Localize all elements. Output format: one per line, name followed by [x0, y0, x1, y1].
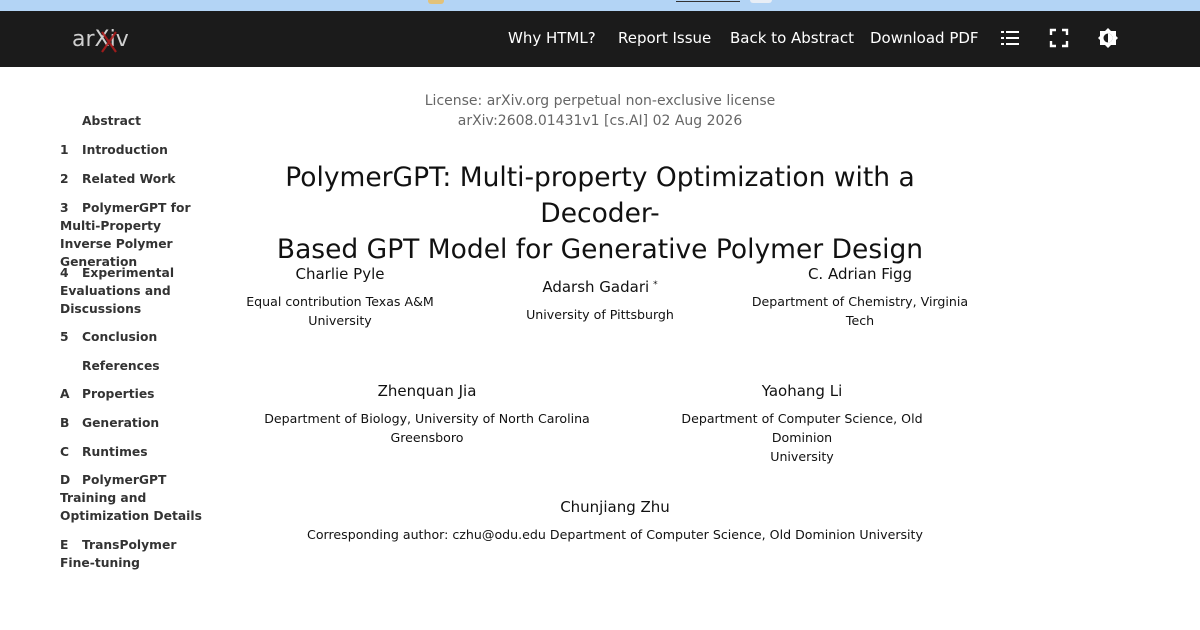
toc-item-properties[interactable]: A Properties — [60, 385, 210, 403]
why-html-link[interactable]: Why HTML? — [508, 29, 596, 47]
author-block: Chunjiang Zhu Corresponding author: czhu… — [300, 497, 930, 544]
report-issue-link[interactable]: Report Issue — [618, 29, 711, 47]
theme-toggle-icon[interactable] — [1097, 27, 1119, 49]
author-name: Charlie Pyle — [295, 265, 385, 283]
toc-item-conclusion[interactable]: 5 Conclusion — [60, 328, 210, 346]
toc-item-references[interactable]: References — [60, 357, 210, 375]
toc-item-introduction[interactable]: 1 Introduction — [60, 141, 210, 159]
author-name: Zhenquan Jia — [377, 382, 477, 400]
browser-banner — [0, 0, 1200, 11]
banner-close-icon[interactable] — [750, 0, 772, 3]
nav-links: Why HTML? Report Issue Back to Abstract … — [0, 11, 1200, 67]
list-icon[interactable] — [999, 27, 1021, 49]
author-affiliation: Department of Computer Science, Old Domi… — [681, 411, 923, 464]
author-name: Yaohang Li — [761, 382, 843, 400]
paper-title: PolymerGPT: Multi-property Optimization … — [250, 160, 950, 268]
author-name: C. Adrian Figg — [807, 265, 913, 283]
toc-item-abstract[interactable]: Abstract — [60, 112, 210, 130]
author-block: Yaohang Li Department of Computer Scienc… — [652, 381, 952, 466]
toc-item-related-work[interactable]: 2 Related Work — [60, 170, 210, 188]
license-header: License: arXiv.org perpetual non-exclusi… — [300, 91, 900, 131]
author-affiliation: Corresponding author: czhu@odu.edu Depar… — [307, 527, 923, 542]
top-navbar: arXiv Why HTML? Report Issue Back to Abs… — [0, 11, 1200, 67]
download-pdf-link[interactable]: Download PDF — [870, 29, 979, 47]
toc-item-runtimes[interactable]: C Runtimes — [60, 443, 210, 461]
author-block: Charlie Pyle Equal contribution Texas A&… — [240, 264, 440, 330]
author-footnote-mark: * — [653, 280, 658, 290]
toc-item-experimental[interactable]: 4 Experimental Evaluations and Discussion… — [60, 264, 210, 318]
author-block: Adarsh Gadari * University of Pittsburgh — [500, 275, 700, 324]
author-affiliation: Department of Chemistry, Virginia Tech — [751, 294, 969, 328]
toc-item-training-details[interactable]: D PolymerGPT Training and Optimization De… — [60, 471, 210, 525]
author-affiliation: Equal contribution Texas A&M University — [246, 294, 434, 328]
banner-emoji-icon — [428, 0, 444, 4]
license-text[interactable]: License: arXiv.org perpetual non-exclusi… — [300, 91, 900, 111]
toc-item-transpolymer[interactable]: E TransPolymer Fine-tuning — [60, 536, 210, 572]
title-line-1: PolymerGPT: Multi-property Optimization … — [285, 162, 915, 229]
author-affiliation: Department of Biology, University of Nor… — [264, 411, 590, 445]
toc-item-generation[interactable]: B Generation — [60, 414, 210, 432]
author-block: C. Adrian Figg Department of Chemistry, … — [750, 264, 970, 330]
author-block: Zhenquan Jia Department of Biology, Univ… — [262, 381, 592, 447]
title-line-2: Based GPT Model for Generative Polymer D… — [276, 234, 924, 265]
author-name: Adarsh Gadari * — [542, 278, 658, 296]
back-to-abstract-link[interactable]: Back to Abstract — [730, 29, 854, 47]
fullscreen-icon[interactable] — [1048, 27, 1070, 49]
author-name: Chunjiang Zhu — [560, 498, 670, 516]
author-affiliation: University of Pittsburgh — [526, 307, 674, 322]
banner-link[interactable] — [676, 1, 740, 2]
toc-item-polymergpt[interactable]: 3 PolymerGPT for Multi-Property Inverse P… — [60, 199, 210, 271]
arxiv-id: arXiv:2608.01431v1 [cs.AI] 02 Aug 2026 — [457, 113, 743, 129]
